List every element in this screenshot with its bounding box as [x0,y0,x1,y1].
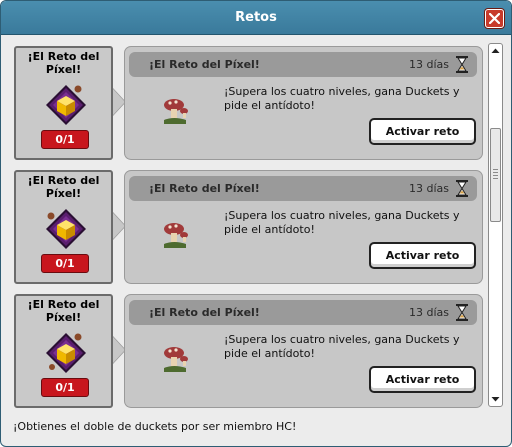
challenge-description: ¡Supera los cuatro niveles, gana Duckets… [224,85,460,112]
hourglass-icon [456,304,468,321]
challenge-card-title: ¡El Reto del Píxel! [27,298,100,324]
challenge-details-card: ¡El Reto del Píxel! 13 días ¡Supera los … [124,294,483,408]
challenge-badge-card[interactable]: ¡El Reto del Píxel! 0/1 [14,170,113,284]
challenge-details-card: ¡El Reto del Píxel! 13 días ¡Supera los … [124,170,483,284]
challenges-window: Retos ¡El Reto del Píxel! 0/1 ¡El Reto d… [0,0,512,447]
pixel-challenge-badge-icon [46,333,86,373]
challenge-header: ¡El Reto del Píxel! 13 días [129,52,477,77]
progress-badge: 0/1 [41,378,89,397]
challenge-card-title: ¡El Reto del Píxel! [27,50,100,76]
activate-challenge-button[interactable]: Activar reto [369,242,476,269]
pixel-challenge-badge-icon [46,85,86,125]
pixel-challenge-badge-icon [46,209,86,249]
challenge-header: ¡El Reto del Píxel! 13 días [129,300,477,325]
scroll-down-arrow-icon[interactable] [489,392,502,406]
scrollbar-thumb[interactable] [490,128,501,222]
close-icon [489,13,500,24]
scroll-up-arrow-icon[interactable] [489,44,502,58]
scroll-grip-line [493,175,498,176]
progress-badge: 0/1 [41,254,89,273]
window-title: Retos [235,10,277,25]
hc-bonus-notice: ¡Obtienes el doble de duckets por ser mi… [13,420,297,433]
challenge-header-title: ¡El Reto del Píxel! [149,58,260,71]
title-bar[interactable]: Retos [1,1,511,35]
challenge-header: ¡El Reto del Píxel! 13 días [129,176,477,201]
mushroom-icon [164,99,188,124]
challenge-description: ¡Supera los cuatro niveles, gana Duckets… [224,333,460,360]
progress-badge: 0/1 [41,130,89,149]
mushroom-icon [164,223,188,248]
mushroom-icon [164,347,188,372]
days-remaining: 13 días [409,306,450,319]
activate-challenge-button[interactable]: Activar reto [369,118,476,145]
scroll-grip-line [493,169,498,170]
challenge-badge-card[interactable]: ¡El Reto del Píxel! 0/1 [14,294,113,408]
challenge-header-title: ¡El Reto del Píxel! [149,306,260,319]
vertical-scrollbar[interactable] [488,43,503,407]
challenge-badge-card[interactable]: ¡El Reto del Píxel! 0/1 [14,46,113,160]
challenge-details-card: ¡El Reto del Píxel! 13 días ¡Supera los … [124,46,483,160]
close-button[interactable] [485,9,504,28]
challenge-description: ¡Supera los cuatro niveles, gana Duckets… [224,209,460,236]
scroll-grip-line [493,178,498,179]
challenge-card-title: ¡El Reto del Píxel! [27,174,100,200]
scroll-grip-line [493,172,498,173]
activate-challenge-button[interactable]: Activar reto [369,366,476,393]
hourglass-icon [456,180,468,197]
hourglass-icon [456,56,468,73]
challenge-header-title: ¡El Reto del Píxel! [149,182,260,195]
days-remaining: 13 días [409,182,450,195]
days-remaining: 13 días [409,58,450,71]
